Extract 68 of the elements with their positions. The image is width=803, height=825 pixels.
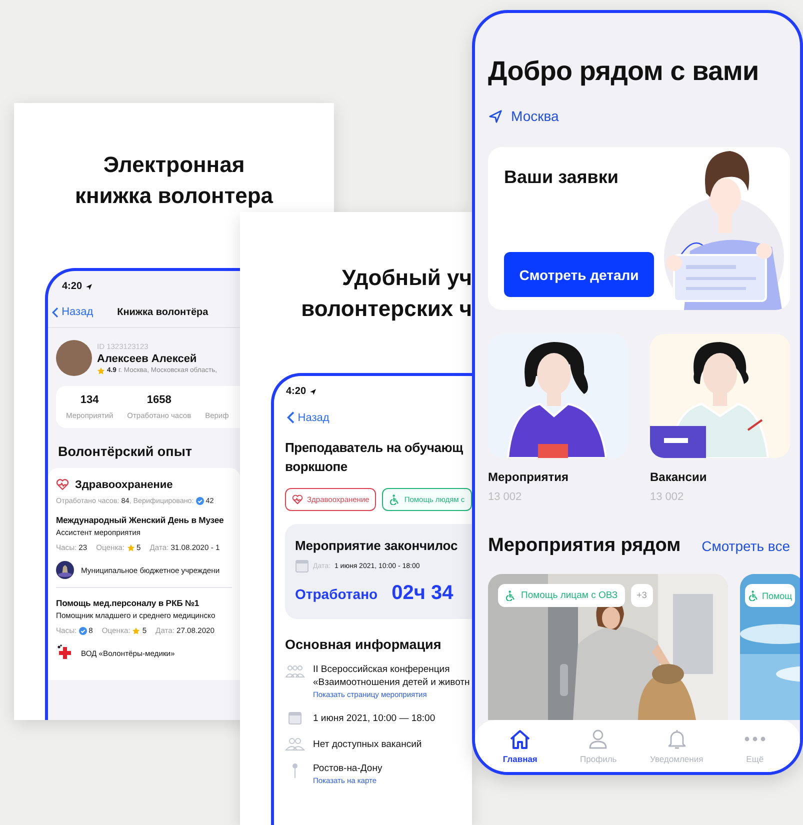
worked-time: 02ч 34 — [392, 582, 454, 605]
star-icon — [97, 366, 105, 374]
user-name: Алексеев Алексей — [97, 352, 198, 364]
category-tag: Помощь лицам с ОВЗ — [498, 584, 625, 607]
group-icon — [285, 664, 305, 678]
status-time: 4:20 — [286, 386, 306, 397]
headline: Удобный уч — [340, 264, 472, 292]
more-icon — [744, 736, 766, 742]
tab[interactable]: Главная — [492, 728, 548, 764]
back-button[interactable]: Назад — [52, 306, 94, 318]
stat-value: 134 — [80, 394, 99, 406]
more-tags-badge: +3 — [630, 584, 653, 607]
star-icon — [126, 544, 135, 552]
tile-count: 13 002 — [488, 490, 523, 504]
section-title: Основная информация — [285, 637, 442, 652]
event-title: Преподаватель на обучающ — [285, 439, 462, 457]
category-name: Здравоохранение — [75, 478, 173, 490]
section-title: Мероприятия рядом — [488, 534, 681, 558]
info-text: 1 июня 2021, 10:00 — 18:00 — [313, 712, 436, 724]
location-arrow-icon — [488, 108, 503, 124]
worked-label: Отработано — [295, 586, 378, 602]
city-link[interactable]: Москва — [511, 107, 559, 125]
wheelchair-icon — [748, 590, 759, 601]
headline: волонтерских ч — [300, 295, 472, 323]
home-icon — [509, 728, 532, 750]
screen-title: Добро рядом с вами — [488, 55, 760, 87]
entry-title: Международный Женский День в Музее — [56, 515, 225, 525]
tile-title[interactable]: Вакансии — [650, 470, 790, 484]
category-tag: Помощ — [745, 584, 796, 607]
stat-value: 1658 — [146, 394, 172, 406]
section-title: Волонтёрский опыт — [57, 443, 193, 461]
headline: Электронная — [102, 151, 246, 179]
requests-card[interactable]: Ваши заявки Смотреть детали — [488, 147, 790, 310]
wheelchair-icon — [389, 494, 400, 505]
cross-icon — [56, 644, 74, 662]
screen-title: Книжка волонтёра — [117, 306, 208, 318]
info-text: Ростов-на-Дону — [313, 763, 382, 774]
tile-count: 13 002 — [650, 490, 685, 504]
location-arrow-icon — [309, 388, 318, 396]
bell-icon — [666, 728, 688, 750]
avatar — [56, 340, 92, 376]
info-text: II Всероссийская конференция — [313, 664, 451, 675]
info-text: Нет доступных вакансий — [313, 738, 422, 750]
calendar-icon — [295, 559, 309, 573]
entry-title: Помощь мед.персоналу в РКБ №1 — [56, 598, 200, 608]
heart-icon — [292, 494, 303, 505]
back-chevron-icon — [52, 306, 59, 318]
back-button[interactable]: Назад — [287, 411, 330, 424]
see-all-link[interactable]: Смотреть все — [702, 534, 790, 558]
wheelchair-icon — [505, 590, 516, 601]
tile-title[interactable]: Мероприятия — [488, 470, 628, 484]
star-icon — [132, 626, 140, 634]
card-title: Ваши заявки — [504, 167, 620, 188]
heart-icon — [56, 478, 69, 491]
event-title: воркшопе — [285, 458, 348, 476]
person-icon — [587, 728, 610, 750]
calendar-icon — [288, 711, 302, 725]
status-title: Мероприятие закончилос — [295, 538, 459, 553]
headline: книжка волонтера — [74, 182, 274, 210]
details-button[interactable]: Смотреть детали — [504, 252, 654, 297]
back-chevron-icon — [287, 411, 295, 424]
info-text: «Взаимоотношения детей и животн — [313, 677, 470, 688]
emblem-icon — [56, 561, 74, 579]
pin-icon — [291, 763, 299, 779]
status-time: 4:20 — [62, 281, 82, 292]
verified-icon — [196, 496, 204, 504]
location-arrow-icon — [85, 282, 94, 290]
people-icon — [285, 737, 305, 751]
